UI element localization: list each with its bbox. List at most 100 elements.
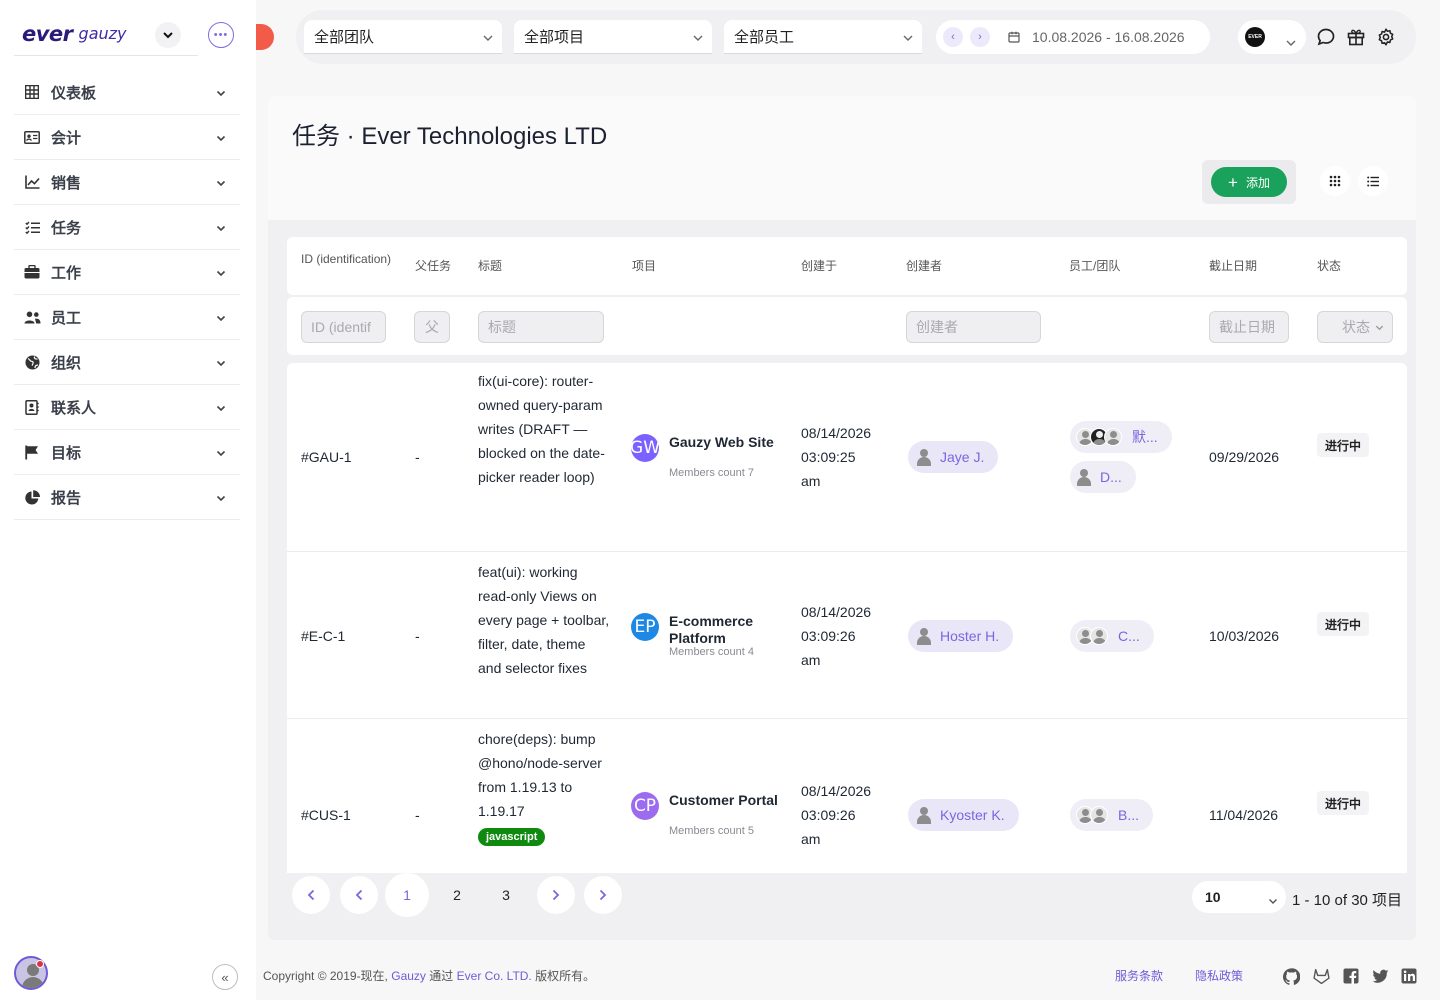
assignee-chip[interactable]: B... (1070, 799, 1154, 831)
privacy-link[interactable]: 隐私政策 (1195, 967, 1243, 984)
last-page-icon[interactable] (584, 876, 622, 914)
column-header-project[interactable]: 项目 (632, 259, 656, 273)
title-filter-input[interactable]: 标题 (478, 311, 604, 343)
column-header-status[interactable]: 状态 (1317, 259, 1341, 273)
creator-filter-input[interactable]: 创建者 (906, 311, 1041, 343)
project-select[interactable]: 全部项目 (514, 20, 712, 54)
created-time: 03:09:26 (801, 807, 856, 823)
gauzy-link[interactable]: Gauzy (391, 969, 426, 983)
twitter-icon[interactable] (1371, 967, 1389, 985)
prev-week-icon[interactable]: ‹ (943, 27, 963, 47)
column-header-id[interactable]: ID (identification) (301, 252, 401, 266)
more-options-icon[interactable]: ••• (208, 22, 234, 48)
gift-icon[interactable] (1346, 27, 1366, 47)
grid-view-button[interactable] (1320, 166, 1350, 196)
column-header-created[interactable]: 创建于 (801, 259, 837, 273)
copyright-via: 通过 (429, 969, 454, 983)
accounting-card-icon (23, 128, 41, 146)
facebook-icon[interactable] (1342, 967, 1360, 985)
created-at: 08/14/2026 03:09:26 am (801, 779, 871, 851)
task-id[interactable]: #CUS-1 (301, 807, 351, 823)
due-date: 10/03/2026 (1209, 628, 1280, 644)
project-select-value: 全部项目 (524, 29, 585, 46)
project-avatar: EP (631, 613, 659, 641)
task-id[interactable]: #GAU-1 (301, 449, 352, 465)
list-view-button[interactable] (1358, 166, 1388, 196)
table-row[interactable]: #GAU-1 - fix(ui-core): router-owned quer… (287, 363, 1407, 552)
organization-select[interactable]: EVER (1238, 20, 1306, 54)
sidebar-item-tasks[interactable]: 任务 (14, 205, 240, 250)
parent-task: - (415, 807, 420, 823)
column-header-due[interactable]: 截止日期 (1209, 259, 1257, 273)
project-avatar: GW (630, 434, 660, 462)
sidebar-item-accounting[interactable]: 会计 (14, 115, 240, 160)
assignee-chip[interactable]: C... (1070, 620, 1154, 652)
column-header-title[interactable]: 标题 (478, 259, 502, 273)
notification-tab[interactable] (256, 24, 274, 50)
company-link[interactable]: Ever Co. LTD. (457, 969, 532, 983)
chevron-down-icon (692, 31, 704, 48)
column-header-employee-team[interactable]: 员工/团队 (1069, 259, 1120, 273)
page-1-button[interactable]: 1 (385, 873, 429, 917)
task-title: chore(deps): bump @hono/node-server from… (478, 731, 602, 819)
sidebar-item-goals[interactable]: 目标 (14, 430, 240, 475)
status-badge[interactable]: 进行中 (1317, 612, 1370, 636)
github-icon[interactable] (1282, 967, 1300, 985)
column-header-creator[interactable]: 创建者 (906, 259, 942, 273)
date-range-picker[interactable]: ‹ › 10.08.2026 - 16.08.2026 (936, 20, 1210, 54)
card-header: 任务 · Ever Technologies LTD + 添加 (268, 96, 1416, 220)
gitlab-icon[interactable] (1312, 967, 1330, 985)
linkedin-icon[interactable] (1400, 967, 1418, 985)
per-page-select[interactable]: 10 (1192, 881, 1286, 913)
team-chip[interactable]: D... (1070, 461, 1136, 493)
sidebar-item-sales[interactable]: 销售 (14, 160, 240, 205)
header-toolbar: 全部团队 全部项目 全部员工 ‹ › 10.08.2026 - 16.08.20… (296, 10, 1416, 64)
table-row[interactable]: #CUS-1 - chore(deps): bump @hono/node-se… (287, 719, 1407, 873)
terms-link[interactable]: 服务条款 (1115, 967, 1163, 984)
plus-icon: + (1228, 172, 1238, 192)
sidebar-item-organization[interactable]: 组织 (14, 340, 240, 385)
task-title[interactable]: fix(ui-core): router-owned query-param w… (478, 369, 610, 489)
creator-chip[interactable]: Hoster H. (908, 620, 1014, 652)
sidebar-item-reports[interactable]: 报告 (14, 475, 240, 520)
project-members-count: Members count 5 (669, 825, 754, 837)
chat-icon[interactable] (1316, 27, 1336, 47)
page-3-button[interactable]: 3 (487, 876, 525, 914)
task-title[interactable]: feat(ui): working read-only Views on eve… (478, 560, 610, 680)
page-2-button[interactable]: 2 (438, 876, 476, 914)
due-filter-input[interactable]: 截止日期 (1209, 311, 1289, 343)
sidebar: ever gauzy ••• 仪表板 会计 销售 任务 工作 员工 组织 联系人… (0, 0, 256, 1000)
collapse-sidebar-icon[interactable]: « (212, 964, 238, 990)
add-task-button[interactable]: + 添加 (1211, 167, 1287, 197)
table-row[interactable]: #E-C-1 - feat(ui): working read-only Vie… (287, 552, 1407, 719)
sidebar-item-contacts[interactable]: 联系人 (14, 385, 240, 430)
creator-chip[interactable]: Kyoster K. (908, 799, 1019, 831)
prev-page-icon[interactable] (340, 876, 378, 914)
column-header-parent[interactable]: 父任务 (415, 259, 451, 273)
employee-select[interactable]: 全部员工 (724, 20, 922, 54)
sidebar-item-dashboard[interactable]: 仪表板 (14, 70, 240, 115)
task-title-cell[interactable]: chore(deps): bump @hono/node-server from… (478, 727, 610, 847)
next-week-icon[interactable]: › (970, 27, 990, 47)
org-switch-chevron-icon[interactable] (155, 22, 181, 48)
sidebar-item-employees[interactable]: 员工 (14, 295, 240, 340)
status-badge[interactable]: 进行中 (1317, 791, 1370, 815)
tasks-card: 任务 · Ever Technologies LTD + 添加 ID (iden… (268, 96, 1416, 940)
next-page-icon[interactable] (537, 876, 575, 914)
creator-chip[interactable]: Jaye J. (908, 441, 999, 473)
gear-icon[interactable] (1376, 27, 1396, 47)
status-filter-select[interactable]: 状态 (1317, 311, 1393, 343)
tag-badge: javascript (478, 828, 546, 846)
task-id[interactable]: #E-C-1 (301, 628, 345, 644)
first-page-icon[interactable] (292, 876, 330, 914)
parent-filter-input[interactable]: 父 (414, 311, 450, 343)
chevron-down-icon (216, 400, 226, 418)
project-members-count: Members count 4 (669, 646, 754, 658)
assignee-chip[interactable]: 默... (1070, 421, 1172, 453)
status-badge[interactable]: 进行中 (1317, 433, 1370, 457)
team-select[interactable]: 全部团队 (304, 20, 502, 54)
pagination-range: 1 - 10 of 30 项目 (1292, 892, 1403, 909)
sidebar-item-work[interactable]: 工作 (14, 250, 240, 295)
creator-name: Hoster H. (940, 628, 1000, 644)
id-filter-input[interactable]: ID (identif (301, 311, 386, 343)
